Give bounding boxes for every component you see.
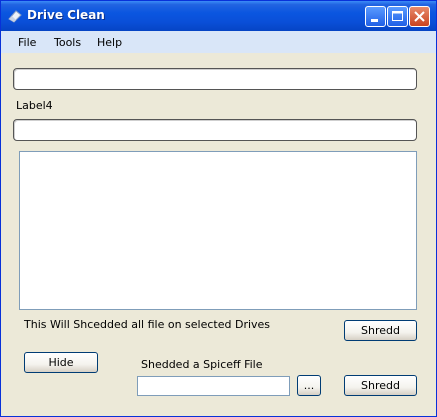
hide-button[interactable]: Hide (24, 352, 98, 373)
menu-bar: File Tools Help (1, 31, 436, 53)
shredd-file-button[interactable]: Shredd (344, 375, 417, 396)
maximize-icon (392, 11, 403, 21)
file-section-label: Shedded a Spiceff File (141, 358, 263, 371)
maximize-button[interactable] (387, 6, 408, 27)
menu-help[interactable]: Help (97, 36, 122, 49)
path-input-top[interactable] (13, 68, 417, 90)
title-bar[interactable]: Drive Clean (1, 1, 436, 31)
minimize-button[interactable] (365, 6, 386, 27)
shred-drives-description: This Will Shcedded all file on selected … (24, 318, 271, 331)
close-icon (414, 11, 425, 22)
window-title: Drive Clean (27, 8, 105, 22)
minimize-icon (371, 19, 378, 22)
path-input-second[interactable] (13, 119, 417, 141)
close-button[interactable] (409, 6, 430, 27)
eraser-icon (7, 8, 23, 24)
menu-tools[interactable]: Tools (54, 36, 81, 49)
label4: Label4 (16, 99, 53, 112)
app-window: Drive Clean File Tools Help Label4 This … (0, 0, 437, 417)
file-path-input[interactable] (137, 376, 290, 396)
menu-file[interactable]: File (18, 36, 36, 49)
browse-button[interactable]: ... (297, 375, 321, 396)
drives-list[interactable] (19, 151, 417, 310)
shredd-drives-button[interactable]: Shredd (344, 320, 417, 341)
